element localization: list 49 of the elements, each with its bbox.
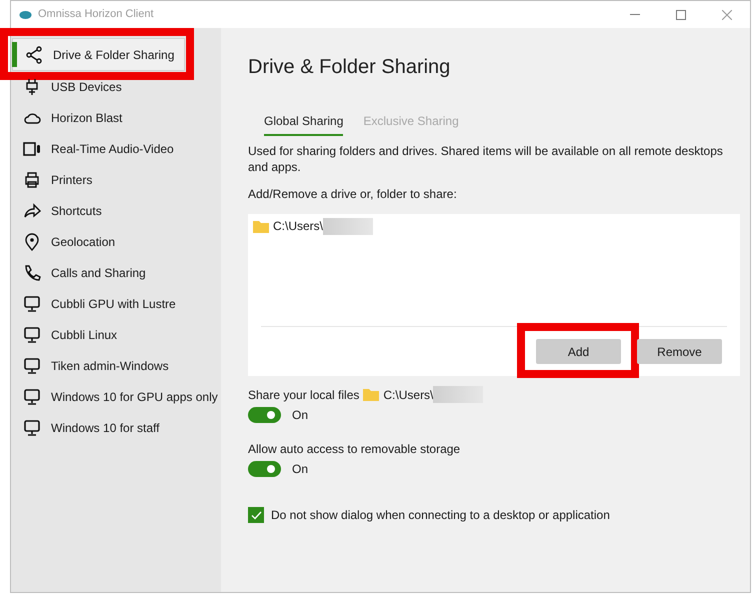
toggle-state: On	[292, 407, 308, 424]
tab[interactable]: Global Sharing	[264, 112, 344, 136]
setting-label: Share your local files	[248, 386, 360, 404]
sidebar-item[interactable]: Real-Time Audio-Video	[11, 133, 221, 164]
sidebar-item[interactable]: Shortcuts	[11, 195, 221, 226]
printer-icon	[23, 170, 41, 188]
checkmark-icon	[250, 510, 262, 520]
monitor-icon	[23, 356, 41, 374]
toggle-switch[interactable]	[248, 407, 281, 423]
video-camera-icon	[23, 140, 41, 158]
selection-indicator	[12, 42, 17, 67]
monitor-icon	[23, 418, 41, 436]
sidebar-item[interactable]: Cubbli GPU with Lustre	[11, 288, 221, 319]
toggle-switch[interactable]	[248, 461, 281, 477]
phone-icon	[23, 264, 41, 282]
sidebar-item[interactable]: Drive & Folder Sharing	[12, 38, 185, 71]
maximize-icon	[676, 10, 686, 20]
window-title: Omnissa Horizon Client	[38, 7, 154, 22]
add-button[interactable]: Add	[536, 339, 621, 364]
page-title: Drive & Folder Sharing	[248, 55, 452, 80]
arrow-icon	[23, 202, 41, 220]
description-text: Used for sharing folders and drives. Shared items will be available on all remote desktops and apps.	[248, 143, 724, 175]
setting-label: Allow auto access to removable storage	[248, 440, 460, 458]
list-label: Add/Remove a drive or, folder to share:	[248, 186, 458, 203]
close-icon	[722, 10, 732, 20]
sidebar-item[interactable]: Windows 10 for GPU apps only	[11, 381, 221, 412]
monitor-icon	[23, 388, 41, 406]
folder-icon	[253, 220, 269, 232]
toggle-state: On	[292, 461, 308, 478]
sidebar-item[interactable]: USB Devices	[11, 71, 221, 102]
share-icon	[25, 46, 43, 64]
folder-icon	[363, 388, 380, 401]
sidebar-item[interactable]: Tiken admin-Windows	[11, 350, 221, 381]
app-logo-icon	[19, 10, 32, 19]
sidebar-item[interactable]: Geolocation	[11, 226, 221, 257]
checkbox-label: Do not show dialog when connecting to a desktop or application	[271, 507, 610, 524]
checkbox[interactable]	[248, 507, 264, 523]
sidebar-item[interactable]: Calls and Sharing	[11, 257, 221, 288]
monitor-icon	[23, 326, 41, 344]
sidebar-item[interactable]: Windows 10 for staff	[11, 412, 221, 443]
minimize-icon	[630, 14, 640, 15]
folder-path: C:\Users\	[383, 386, 434, 404]
sidebar-item[interactable]: Cubbli Linux	[11, 319, 221, 350]
folder-path: C:\Users\	[273, 218, 324, 235]
sidebar-item[interactable]: Horizon Blast	[11, 102, 221, 133]
location-pin-icon	[23, 232, 41, 250]
sidebar-item[interactable]: Printers	[11, 164, 221, 195]
monitor-icon	[23, 294, 41, 312]
remove-button[interactable]: Remove	[637, 339, 722, 364]
